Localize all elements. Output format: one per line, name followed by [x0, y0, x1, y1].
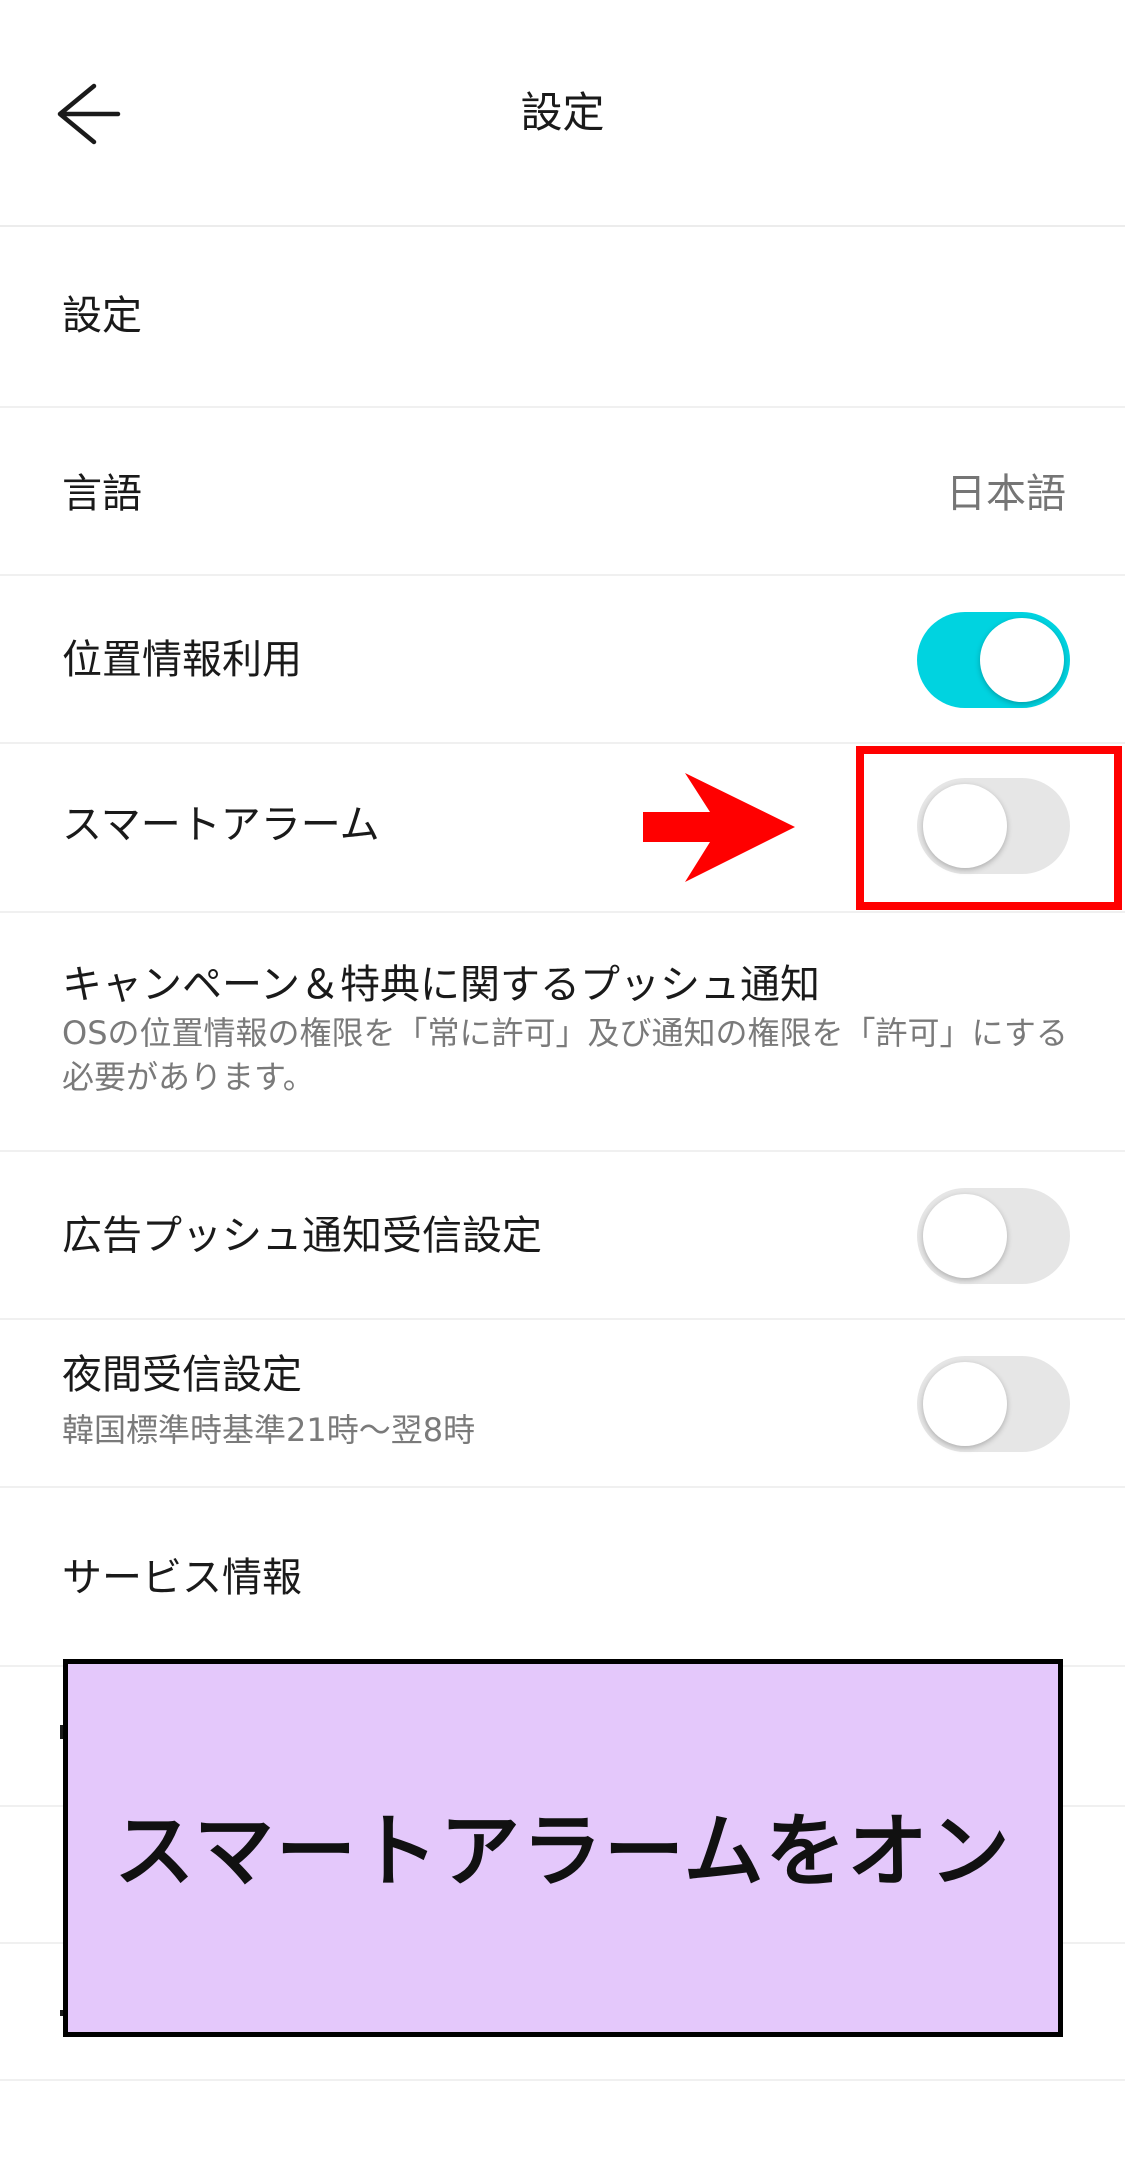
campaign-push-row: キャンペーン＆特典に関するプッシュ通知 OSの位置情報の権限を「常に許可」及び通… [0, 913, 1125, 1152]
ad-push-toggle[interactable] [917, 1188, 1070, 1284]
night-row: 夜間受信設定 韓国標準時基準21時〜翌8時 [0, 1320, 1125, 1488]
section-service-info: サービス情報 [0, 1488, 1125, 1667]
ad-push-row: 広告プッシュ通知受信設定 [0, 1152, 1125, 1320]
location-row: 位置情報利用 [0, 576, 1125, 744]
service-info-label: サービス情報 [62, 1555, 302, 1601]
red-arrow-icon [643, 773, 795, 882]
campaign-push-description: OSの位置情報の権限を「常に許可」及び通知の権限を「許可」にする必要があります。 [62, 1014, 1068, 1096]
header: 設定 [0, 0, 1125, 227]
night-label: 夜間受信設定 [62, 1352, 302, 1398]
language-value: 日本語 [946, 471, 1066, 517]
toggle-knob [980, 618, 1064, 702]
section-settings: 設定 [0, 227, 1125, 408]
toggle-knob [923, 1194, 1007, 1278]
location-label: 位置情報利用 [62, 637, 302, 683]
campaign-push-label: キャンペーン＆特典に関するプッシュ通知 [62, 962, 820, 1008]
language-row[interactable]: 言語 日本語 [0, 408, 1125, 576]
language-label: 言語 [62, 471, 142, 517]
page-title: 設定 [520, 88, 605, 137]
highlight-box [856, 746, 1122, 910]
night-toggle[interactable] [917, 1356, 1070, 1452]
location-toggle[interactable] [917, 612, 1070, 708]
toggle-knob [923, 1362, 1007, 1446]
ad-push-label: 広告プッシュ通知受信設定 [62, 1213, 542, 1259]
section-settings-label: 設定 [62, 293, 142, 339]
smart-alarm-label: スマートアラーム [62, 802, 380, 848]
instruction-card: スマートアラームをオン [63, 1659, 1063, 2037]
instruction-text: スマートアラームをオン [114, 1805, 1012, 1898]
